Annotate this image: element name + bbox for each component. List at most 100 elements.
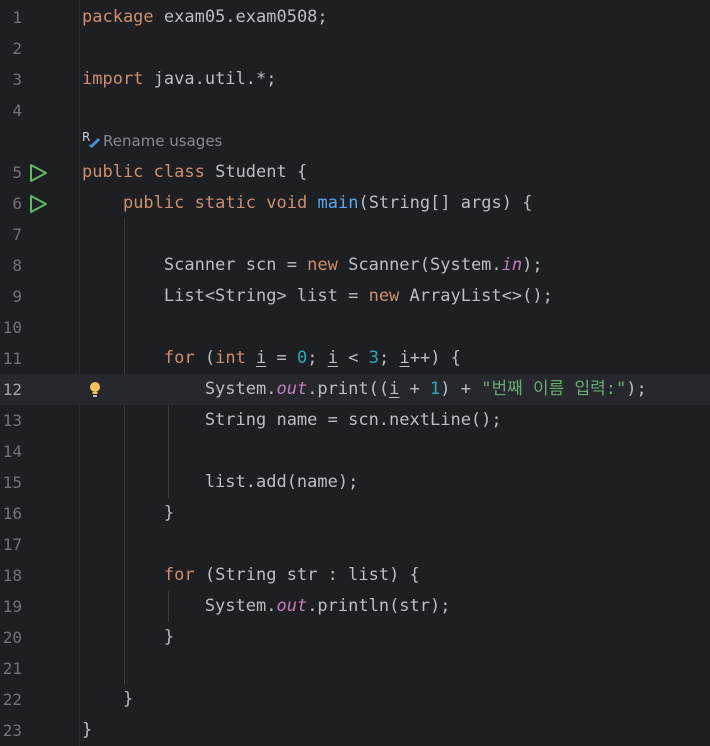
code-line[interactable]: 9 List<String> list = new ArrayList<>(); bbox=[0, 281, 710, 312]
line-number: 22 bbox=[2, 690, 22, 709]
line-code: List<String> list = new ArrayList<>(); bbox=[82, 281, 553, 312]
code-token: + bbox=[399, 379, 431, 399]
code-token: (String[] args) { bbox=[358, 193, 533, 213]
code-token: void bbox=[266, 193, 308, 213]
code-line[interactable]: 10 bbox=[0, 312, 710, 343]
line-number: 14 bbox=[2, 442, 22, 461]
code-token: ++) { bbox=[409, 348, 461, 368]
line-code: public class Student { bbox=[82, 157, 307, 188]
code-line[interactable]: 15 list.add(name); bbox=[0, 467, 710, 498]
code-line[interactable]: 16 } bbox=[0, 498, 710, 529]
code-token: class bbox=[153, 162, 205, 182]
line-number: 13 bbox=[2, 411, 22, 430]
code-token: } bbox=[82, 503, 175, 523]
code-token: } bbox=[82, 720, 93, 740]
line-number: 21 bbox=[2, 659, 22, 678]
code-line[interactable]: 1 package exam05.exam0508; bbox=[0, 2, 710, 33]
line-code: list.add(name); bbox=[82, 467, 359, 498]
line-number: 17 bbox=[2, 535, 22, 554]
code-line[interactable]: 13 String name = scn.nextLine(); bbox=[0, 405, 710, 436]
code-token: ; bbox=[307, 348, 328, 368]
code-token: out bbox=[276, 596, 308, 616]
line-code: import java.util.*; bbox=[82, 64, 276, 95]
code-line[interactable]: 5 public class Student { bbox=[0, 157, 710, 188]
code-token: list.add(name); bbox=[82, 472, 359, 492]
code-editor[interactable]: 1 package exam05.exam0508; 2 3 import java.u… bbox=[0, 0, 710, 746]
line-number: 16 bbox=[2, 504, 22, 523]
code-token: 1 bbox=[430, 379, 441, 399]
code-line[interactable]: 4 bbox=[0, 95, 710, 126]
code-line[interactable]: 2 bbox=[0, 33, 710, 64]
line-number: 11 bbox=[2, 349, 22, 368]
rename-usages-hint[interactable]: R Rename usages bbox=[82, 126, 222, 157]
code-token: for bbox=[163, 348, 195, 368]
code-line[interactable]: 21 bbox=[0, 653, 710, 684]
code-token: List<String> list = bbox=[82, 286, 369, 306]
line-code: package exam05.exam0508; bbox=[82, 2, 328, 33]
line-code: String name = scn.nextLine(); bbox=[82, 405, 502, 436]
line-number: 19 bbox=[2, 597, 22, 616]
line-number: 2 bbox=[12, 39, 22, 58]
code-line[interactable]: 23} bbox=[0, 715, 710, 746]
code-token: ); bbox=[626, 379, 647, 399]
line-number: 4 bbox=[12, 101, 22, 120]
code-line[interactable]: 22 } bbox=[0, 684, 710, 715]
code-token: } bbox=[82, 689, 134, 709]
code-token: "번째 이름 입력:" bbox=[481, 379, 627, 399]
line-number: 20 bbox=[2, 628, 22, 647]
code-token: i bbox=[389, 379, 400, 399]
code-token: Student { bbox=[204, 162, 308, 182]
line-number: 15 bbox=[2, 473, 22, 492]
code-token: .print(( bbox=[307, 379, 390, 399]
line-number: 23 bbox=[2, 721, 22, 740]
line-number: 1 bbox=[12, 8, 22, 27]
line-code: System.out.print((i + 1) + "번째 이름 입력:"); bbox=[82, 374, 647, 405]
code-token: (String str : list) { bbox=[194, 565, 420, 585]
line-number: 12 bbox=[2, 380, 22, 399]
line-number: 3 bbox=[12, 70, 22, 89]
line-number: 6 bbox=[12, 194, 22, 213]
code-token: java.util.*; bbox=[143, 69, 277, 89]
code-token: package bbox=[82, 7, 154, 27]
code-token: static bbox=[194, 193, 257, 213]
code-token: new bbox=[368, 286, 400, 306]
rename-usages-label: Rename usages bbox=[103, 132, 223, 150]
run-gutter-icon[interactable] bbox=[28, 163, 48, 183]
code-line[interactable]: 19 System.out.println(str); bbox=[0, 591, 710, 622]
code-token: public bbox=[82, 162, 144, 182]
code-line[interactable]: 17 bbox=[0, 529, 710, 560]
code-token: System. bbox=[82, 596, 277, 616]
code-token: exam05.exam0508; bbox=[153, 7, 328, 27]
code-token: i bbox=[399, 348, 410, 368]
code-token: = bbox=[266, 348, 298, 368]
line-code: } bbox=[82, 622, 174, 653]
code-line[interactable]: 20 } bbox=[0, 622, 710, 653]
code-token: .println(str); bbox=[307, 596, 451, 616]
line-code: for (String str : list) { bbox=[82, 560, 420, 591]
code-token: new bbox=[307, 255, 338, 275]
code-line[interactable]: 8 Scanner scn = new Scanner(System.in); bbox=[0, 250, 710, 281]
code-token: int bbox=[215, 348, 246, 368]
code-line[interactable]: 18 for (String str : list) { bbox=[0, 560, 710, 591]
code-token: ) + bbox=[440, 379, 482, 399]
code-token: main bbox=[317, 193, 359, 213]
code-line[interactable]: 3 import java.util.*; bbox=[0, 64, 710, 95]
line-code: } bbox=[82, 498, 174, 529]
run-gutter-icon[interactable] bbox=[28, 194, 48, 214]
code-line[interactable]: 14 bbox=[0, 436, 710, 467]
code-line[interactable]: 6 public static void main(String[] args)… bbox=[0, 188, 710, 219]
code-token: import bbox=[82, 69, 144, 89]
code-line[interactable]: 11 for (int i = 0; i < 3; i++) { bbox=[0, 343, 710, 374]
line-number: 5 bbox=[12, 163, 22, 182]
code-token: out bbox=[276, 379, 308, 399]
svg-text:R: R bbox=[82, 130, 90, 144]
code-line[interactable]: 12 System.out.print((i + 1) + "번째 이름 입력:… bbox=[0, 374, 710, 405]
code-line[interactable]: 7 bbox=[0, 219, 710, 250]
line-code: System.out.println(str); bbox=[82, 591, 451, 622]
line-code: } bbox=[82, 715, 92, 746]
code-token: System. bbox=[82, 379, 277, 399]
